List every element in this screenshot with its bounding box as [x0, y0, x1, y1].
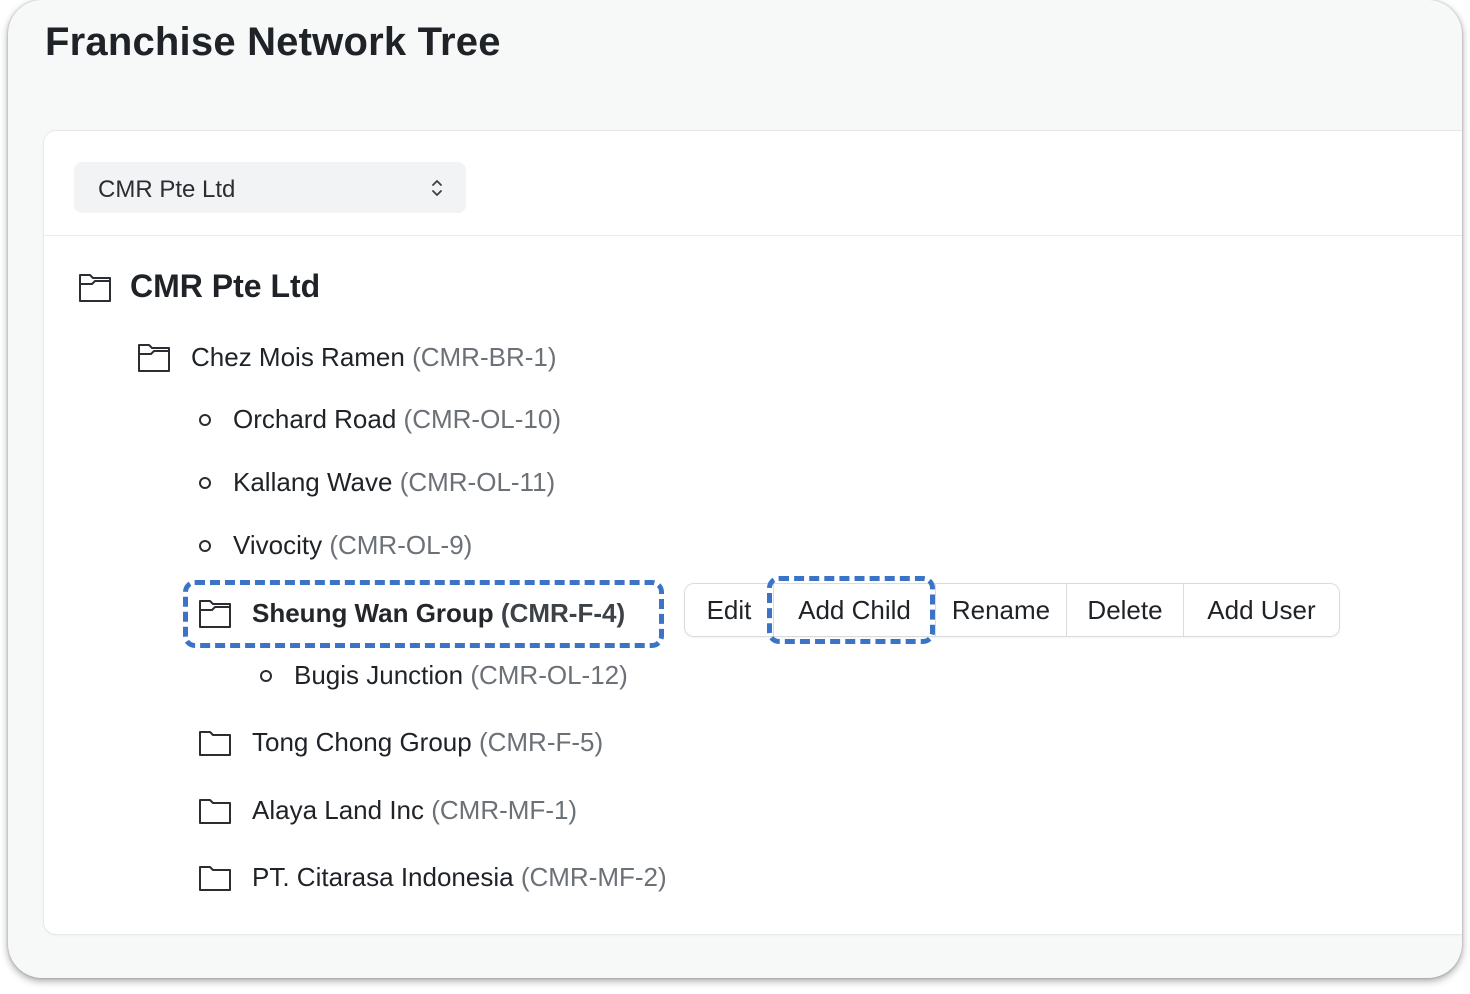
tree-node-bugis-junction[interactable]: Bugis Junction (CMR-OL-12)	[260, 660, 628, 691]
node-name: Kallang Wave	[233, 467, 393, 497]
chevron-up-down-icon	[432, 180, 442, 196]
tree-node-orchard-road[interactable]: Orchard Road (CMR-OL-10)	[199, 404, 561, 435]
folder-icon	[199, 798, 231, 824]
node-code: (CMR-BR-1)	[412, 341, 557, 372]
node-code: (CMR-OL-9)	[329, 530, 473, 560]
node-code: (CMR-F-5)	[478, 727, 604, 757]
app-window: Franchise Network Tree CMR Pte Ltd CMR P…	[8, 0, 1462, 978]
node-code: (CMR-F-4)	[500, 597, 626, 628]
tree-root-label: CMR Pte Ltd	[130, 268, 321, 304]
tree-node-vivocity[interactable]: Vivocity (CMR-OL-9)	[199, 530, 472, 561]
folder-icon	[199, 865, 231, 891]
node-name: Tong Chong Group	[252, 727, 472, 757]
node-name: Sheung Wan Group	[252, 597, 494, 628]
tree-card: CMR Pte Ltd CMR Pte Ltd Chez Mois Ramen …	[44, 131, 1462, 934]
tree-root[interactable]: CMR Pte Ltd	[78, 268, 320, 305]
node-name: Chez Mois Ramen	[191, 341, 405, 372]
tree-node-pt-citarasa-indonesia[interactable]: PT. Citarasa Indonesia (CMR-MF-2)	[198, 862, 667, 893]
circle-bullet-icon	[199, 413, 211, 426]
node-name: Orchard Road	[233, 404, 397, 434]
node-code: (CMR-OL-12)	[470, 660, 628, 690]
node-code: (CMR-OL-11)	[399, 467, 556, 497]
edit-button[interactable]: Edit	[685, 584, 773, 636]
tree-node-sheung-wan-group[interactable]: Sheung Wan Group (CMR-F-4)	[198, 597, 625, 629]
node-actions-toolbar: Edit Add Child Rename Delete Add User	[684, 583, 1340, 637]
node-name: PT. Citarasa Indonesia	[252, 862, 514, 892]
circle-bullet-icon	[260, 669, 272, 682]
tree-node-tong-chong-group[interactable]: Tong Chong Group (CMR-F-5)	[198, 727, 603, 758]
tree-node-kallang-wave[interactable]: Kallang Wave (CMR-OL-11)	[199, 467, 555, 498]
organization-select[interactable]: CMR Pte Ltd	[74, 162, 466, 213]
card-header: CMR Pte Ltd	[44, 131, 1462, 236]
delete-button[interactable]: Delete	[1066, 584, 1183, 636]
rename-button[interactable]: Rename	[935, 584, 1066, 636]
add-user-button[interactable]: Add User	[1183, 584, 1339, 636]
tree-node-chez-mois-ramen[interactable]: Chez Mois Ramen (CMR-BR-1)	[137, 341, 557, 373]
organization-select-value: CMR Pte Ltd	[98, 176, 236, 203]
page-title: Franchise Network Tree	[45, 20, 501, 64]
folder-open-icon	[79, 273, 111, 302]
node-name: Bugis Junction	[294, 660, 464, 690]
node-name: Alaya Land Inc	[252, 795, 425, 825]
circle-bullet-icon	[199, 539, 211, 552]
folder-open-icon	[199, 600, 231, 628]
folder-icon	[199, 730, 231, 756]
node-code: (CMR-OL-10)	[403, 404, 561, 434]
tree-node-alaya-land-inc[interactable]: Alaya Land Inc (CMR-MF-1)	[198, 795, 577, 826]
node-code: (CMR-MF-2)	[520, 862, 667, 892]
folder-open-icon	[138, 344, 170, 372]
node-code: (CMR-MF-1)	[431, 795, 578, 825]
add-child-button[interactable]: Add Child	[773, 584, 935, 636]
circle-bullet-icon	[199, 476, 211, 489]
node-name: Vivocity	[233, 530, 323, 560]
